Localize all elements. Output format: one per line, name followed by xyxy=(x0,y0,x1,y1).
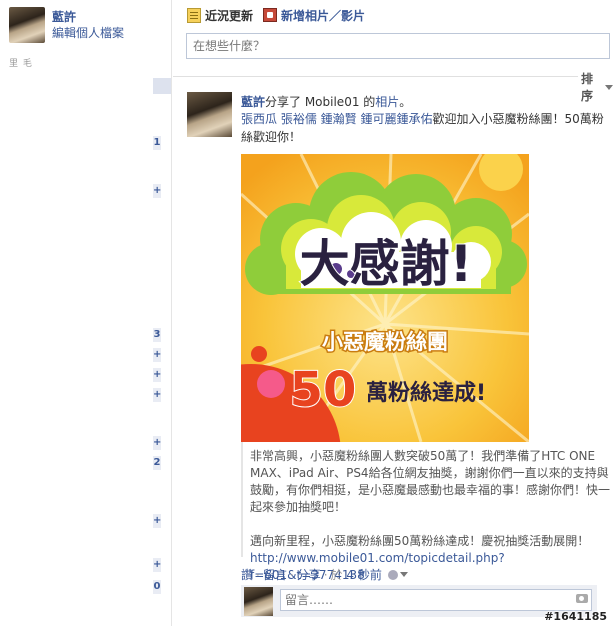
photo-icon xyxy=(263,8,278,22)
scroll-gutter-bar xyxy=(153,78,171,94)
tagged-friends[interactable]: 張西瓜 張裕儒 鍾瀚賢 鍾可麗鍾承佑 xyxy=(241,112,432,126)
edit-profile-link[interactable]: 編輯個人檔案 xyxy=(52,24,124,41)
gutter-mark: 0 xyxy=(153,580,161,594)
share-link[interactable]: 分享 xyxy=(297,566,321,583)
gutter-mark: + xyxy=(153,388,162,402)
sort-label: 排序 xyxy=(581,72,594,103)
left-sidebar: 藍許 編輯個人檔案 里 毛 1 + 3 + + + + 2 + + 0 xyxy=(0,0,172,626)
story-object-link[interactable]: 相片 xyxy=(375,95,399,109)
photo-subtitle: 小惡魔粉絲團 xyxy=(322,330,448,354)
feed-divider xyxy=(173,76,613,77)
comment-input[interactable] xyxy=(281,590,591,610)
comment-field[interactable] xyxy=(280,589,592,611)
camera-icon[interactable] xyxy=(576,594,588,603)
gutter-mark: + xyxy=(153,184,162,198)
dot-separator: · xyxy=(256,567,260,582)
gutter-mark: + xyxy=(153,436,162,450)
like-link[interactable]: 讚 xyxy=(241,566,253,583)
photo-headline: 大感謝! xyxy=(300,235,473,293)
status-input[interactable] xyxy=(187,34,609,58)
gutter-mark: 1 xyxy=(153,136,161,150)
photo-number: 50 xyxy=(290,362,357,418)
gutter-mark: 2 xyxy=(153,456,161,470)
story-header: 藍許分享了 Mobile01 的相片。 xyxy=(241,93,411,110)
privacy-friends-icon[interactable] xyxy=(387,569,398,580)
story-message: 張西瓜 張裕儒 鍾瀚賢 鍾可麗鍾承佑歡迎加入小惡魔粉絲團！50萬粉絲歡迎你！ xyxy=(241,110,609,146)
shared-photo[interactable]: 大感謝! 小惡魔粉絲團 50 萬粉絲達成! xyxy=(241,154,529,442)
sidebar-stub-text: 里 毛 xyxy=(9,59,33,69)
status-note-icon xyxy=(187,7,201,23)
dot-separator: · xyxy=(289,567,294,582)
story-author-link[interactable]: 藍許 xyxy=(241,95,265,109)
commenter-avatar xyxy=(244,587,273,616)
tab-photo-label: 新增相片／影片 xyxy=(281,8,366,23)
watermark: #1641185 xyxy=(544,610,607,623)
gutter-mark: + xyxy=(153,368,162,382)
gutter-mark: + xyxy=(153,514,162,528)
story-end-punct: 。 xyxy=(399,95,412,109)
dot-separator: · xyxy=(323,567,328,582)
photo-tagline: 萬粉絲達成! xyxy=(366,380,486,406)
caption-paragraph: 非常高興，小惡魔粉絲團人數突破50萬了！我們準備了HTC ONE MAX、iPa… xyxy=(250,449,611,514)
timestamp-link[interactable]: 4 秒前 xyxy=(346,566,381,583)
profile-avatar[interactable] xyxy=(9,7,45,43)
tab-add-photo-video[interactable]: 新增相片／影片 xyxy=(263,7,365,24)
gutter-mark: + xyxy=(153,558,162,572)
gutter-mark: + xyxy=(153,348,162,362)
comment-link[interactable]: 留言 xyxy=(263,566,287,583)
photo-caption: 非常高興，小惡魔粉絲團人數突破50萬了！我們準備了HTC ONE MAX、iPa… xyxy=(250,448,610,584)
caption-paragraph: 邁向新里程，小惡魔粉絲團50萬粉絲達成！慶祝抽獎活動展開！ xyxy=(250,534,590,548)
tab-status-update[interactable]: 近況更新 xyxy=(187,7,253,24)
time-prefix: 於 xyxy=(330,568,343,582)
sort-button[interactable]: 排序 xyxy=(578,70,613,104)
story-author-avatar[interactable] xyxy=(187,92,232,137)
chevron-down-icon xyxy=(605,84,613,90)
profile-name[interactable]: 藍許 xyxy=(52,8,76,25)
tab-status-label: 近況更新 xyxy=(205,8,254,23)
story-action-text: 分享了 Mobile01 的 xyxy=(265,95,376,109)
composer-tabs: 近況更新 新增相片／影片 xyxy=(187,7,365,23)
chevron-down-icon[interactable] xyxy=(399,572,408,577)
status-composer[interactable] xyxy=(186,33,610,59)
gutter-mark: 3 xyxy=(153,328,161,342)
story-actions: 讚 · 留言 · 分享 · 於 4 秒前 xyxy=(241,566,408,583)
shared-photo-graphic: 大感謝! 小惡魔粉絲團 50 萬粉絲達成! xyxy=(241,154,529,442)
